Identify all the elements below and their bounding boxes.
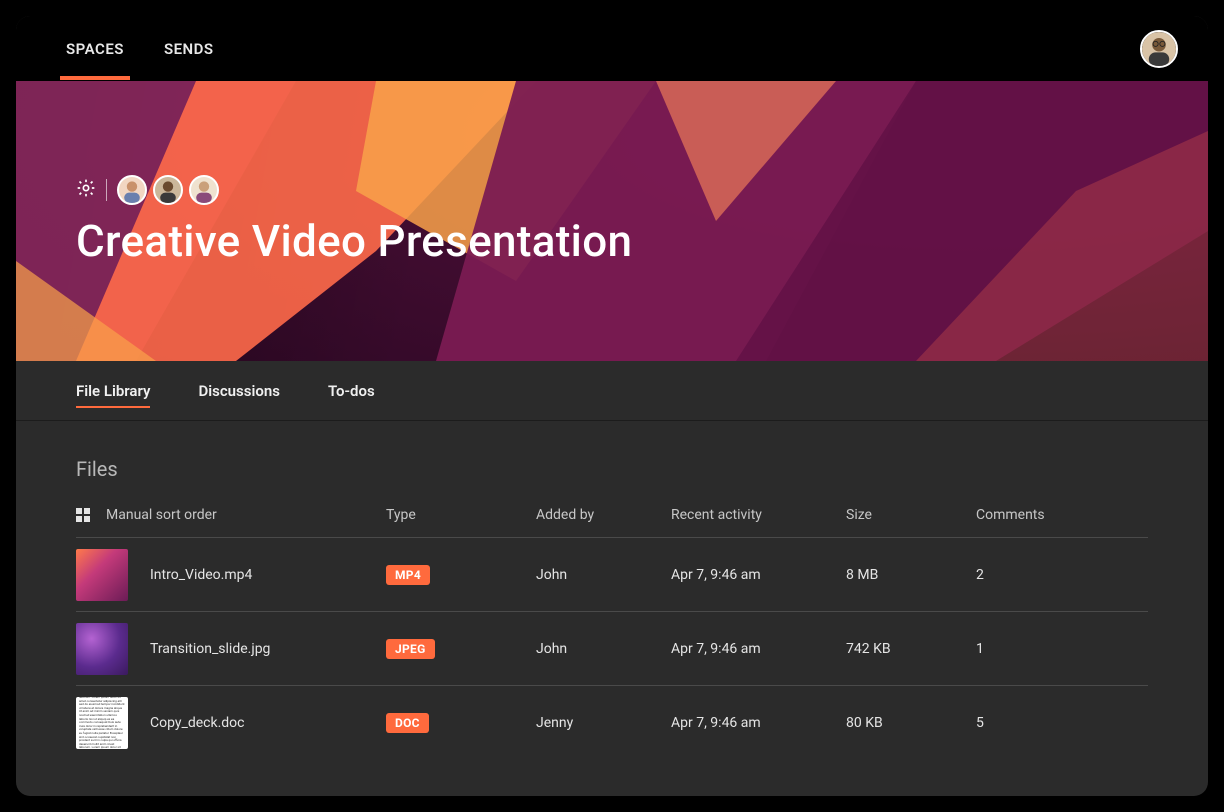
member-avatar-1[interactable] <box>117 175 147 205</box>
file-name: Transition_slide.jpg <box>150 641 270 657</box>
th-comments[interactable]: Comments <box>976 507 1066 523</box>
table-row[interactable]: Lorem ipsum dolor sit amet consectetur a… <box>76 686 1148 760</box>
space-title: Creative Video Presentation <box>76 215 1208 267</box>
file-type: JPEG <box>386 639 536 659</box>
file-thumbnail <box>76 623 128 675</box>
file-cell: Lorem ipsum dolor sit amet consectetur a… <box>76 697 386 749</box>
member-avatar-2[interactable] <box>153 175 183 205</box>
file-size: 742 KB <box>846 641 976 657</box>
file-size: 80 KB <box>846 715 976 731</box>
table-row[interactable]: Intro_Video.mp4 MP4 JohnApr 7, 9:46 am8 MB… <box>76 538 1148 612</box>
sort-label: Manual sort order <box>106 507 217 523</box>
file-added-by: Jenny <box>536 715 671 731</box>
file-type: DOC <box>386 713 536 733</box>
file-cell: Transition_slide.jpg <box>76 623 386 675</box>
divider <box>106 179 107 201</box>
file-type: MP4 <box>386 565 536 585</box>
type-badge: DOC <box>386 713 429 733</box>
file-recent-activity: Apr 7, 9:46 am <box>671 641 846 657</box>
file-name: Intro_Video.mp4 <box>150 567 252 583</box>
file-thumbnail: Lorem ipsum dolor sit amet consectetur a… <box>76 697 128 749</box>
nav-tab-sends[interactable]: SENDS <box>164 18 214 80</box>
app-window: SPACES SENDS <box>16 16 1208 796</box>
top-nav: SPACES SENDS <box>16 16 1208 81</box>
th-sort[interactable]: Manual sort order <box>76 507 386 523</box>
hero-banner: Creative Video Presentation <box>16 81 1208 361</box>
file-recent-activity: Apr 7, 9:46 am <box>671 715 846 731</box>
files-section: Files Manual sort order Type Added by Re… <box>16 421 1208 760</box>
section-title: Files <box>76 457 1148 481</box>
avatar-icon <box>1142 32 1176 66</box>
file-name: Copy_deck.doc <box>150 715 244 731</box>
th-recent-activity[interactable]: Recent activity <box>671 507 846 523</box>
file-added-by: John <box>536 567 671 583</box>
hero-content: Creative Video Presentation <box>76 175 1208 267</box>
file-cell: Intro_Video.mp4 <box>76 549 386 601</box>
file-thumbnail <box>76 549 128 601</box>
file-comments: 2 <box>976 567 1066 583</box>
file-size: 8 MB <box>846 567 976 583</box>
tab-file-library[interactable]: File Library <box>76 362 150 420</box>
member-avatars <box>117 175 219 205</box>
file-comments: 5 <box>976 715 1066 731</box>
file-comments: 1 <box>976 641 1066 657</box>
th-size[interactable]: Size <box>846 507 976 523</box>
file-rows: Intro_Video.mp4MP4JohnApr 7, 9:46 am8 MB… <box>76 538 1148 760</box>
user-avatar[interactable] <box>1140 30 1178 68</box>
table-row[interactable]: Transition_slide.jpg JPEG JohnApr 7, 9:46 … <box>76 612 1148 686</box>
nav-tab-spaces[interactable]: SPACES <box>66 18 124 80</box>
th-type[interactable]: Type <box>386 507 536 523</box>
file-recent-activity: Apr 7, 9:46 am <box>671 567 846 583</box>
tab-discussions[interactable]: Discussions <box>198 362 279 420</box>
sort-icon <box>76 508 90 522</box>
table-header: Manual sort order Type Added by Recent a… <box>76 507 1148 538</box>
gear-icon[interactable] <box>76 178 96 202</box>
hero-meta <box>76 175 1208 205</box>
file-added-by: John <box>536 641 671 657</box>
type-badge: JPEG <box>386 639 435 659</box>
type-badge: MP4 <box>386 565 430 585</box>
th-added-by[interactable]: Added by <box>536 507 671 523</box>
member-avatar-3[interactable] <box>189 175 219 205</box>
tab-todos[interactable]: To-dos <box>328 362 375 420</box>
sub-tabs: File Library Discussions To-dos <box>16 361 1208 421</box>
